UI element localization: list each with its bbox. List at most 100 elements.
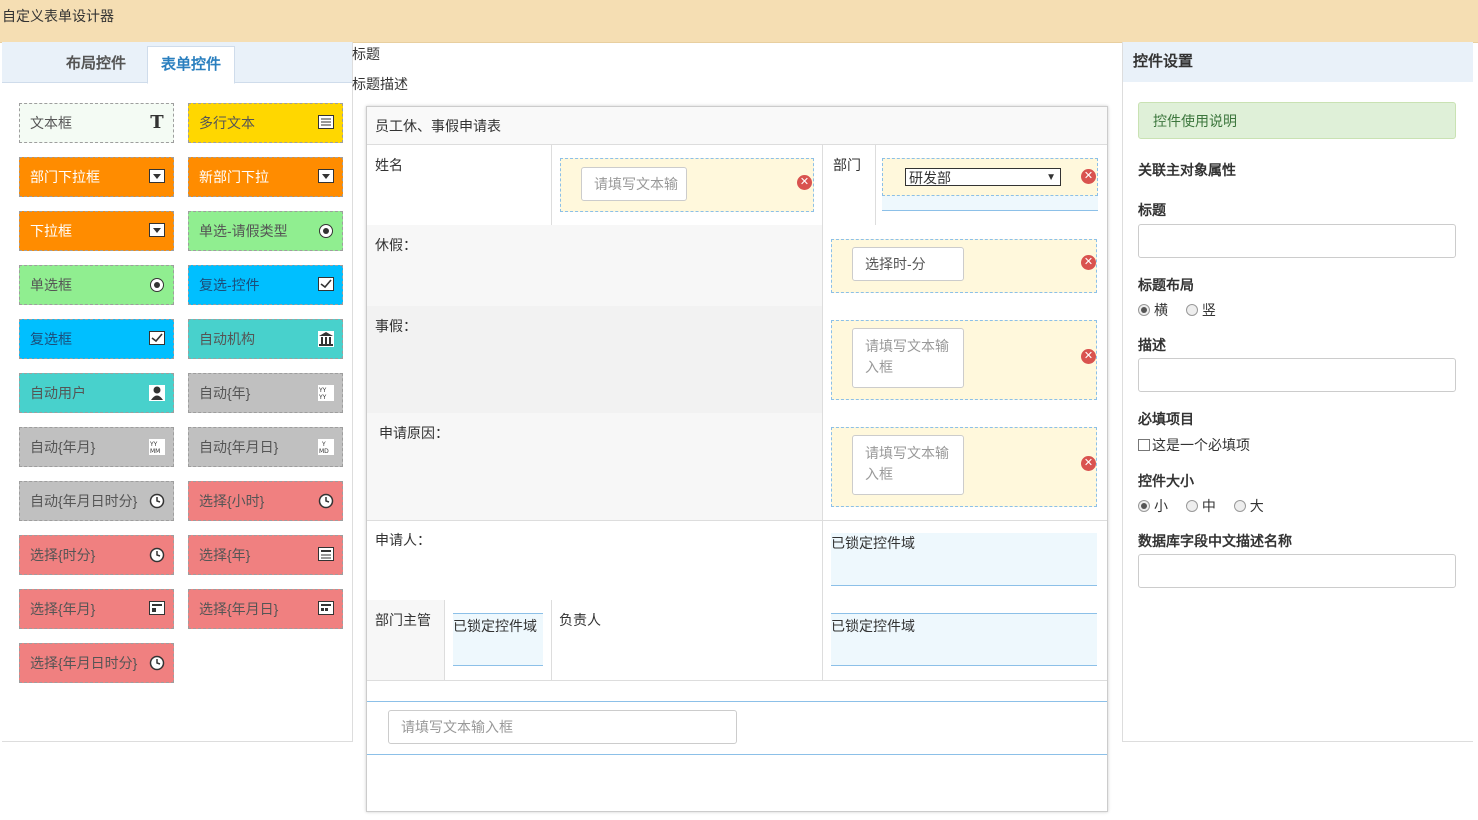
delete-icon[interactable]: ✕	[1081, 255, 1096, 270]
dept-field-slot[interactable]: 研发部 ▼ ✕	[882, 158, 1098, 196]
dropdown-icon	[149, 169, 165, 185]
control-select-hour[interactable]: 选择{小时}	[188, 481, 343, 521]
control-textbox[interactable]: 文本框 T	[19, 103, 174, 143]
checkbox-icon	[318, 277, 334, 293]
reason-input[interactable]: 请填写文本输入框	[852, 435, 964, 495]
control-label: 自动{年月}	[30, 439, 96, 455]
control-textarea[interactable]: 多行文本	[188, 103, 343, 143]
textarea-icon	[318, 115, 334, 131]
dept-select-value: 研发部	[909, 170, 951, 186]
name-input[interactable]: 请填写文本输	[581, 167, 687, 201]
table-cell: 申请原因：	[367, 413, 823, 520]
tab-layout-controls[interactable]: 布局控件	[46, 46, 146, 82]
required-checkbox[interactable]: 这是一个必填项	[1138, 435, 1250, 455]
name-field-slot[interactable]: 请填写文本输 ✕	[560, 158, 814, 212]
desc-input[interactable]	[1138, 358, 1456, 392]
control-select-date[interactable]: 选择{年月日}	[188, 589, 343, 629]
control-select-year-month[interactable]: 选择{年月}	[19, 589, 174, 629]
applicant-label: 申请人：	[375, 532, 431, 548]
radio-checked-icon	[1138, 500, 1150, 512]
control-label: 部门下拉框	[30, 169, 100, 185]
leave-label: 休假：	[375, 237, 417, 253]
text-icon: T	[150, 112, 164, 133]
form-heading[interactable]: 标题	[352, 44, 380, 64]
leave-time-input[interactable]: 选择时-分	[852, 247, 964, 281]
form-heading-desc[interactable]: 标题描述	[352, 74, 408, 94]
size-large-option[interactable]: 大	[1233, 498, 1264, 514]
control-label: 复选-控件	[199, 277, 260, 293]
table-cell: 负责人	[552, 600, 823, 680]
checkbox-icon	[1138, 439, 1150, 451]
reason-field-slot[interactable]: 请填写文本输入框 ✕	[831, 427, 1097, 507]
option-label: 大	[1249, 498, 1264, 514]
control-dept-dropdown[interactable]: 部门下拉框	[19, 157, 174, 197]
applicant-locked-field: 已锁定控件域	[831, 533, 1097, 586]
date-icon: Y MD	[318, 439, 334, 455]
user-icon	[149, 385, 165, 401]
svg-text:Y: Y	[321, 441, 326, 448]
control-auto-year-month[interactable]: 自动{年月} YY MM	[19, 427, 174, 467]
layout-horizontal-option[interactable]: 横	[1138, 302, 1168, 318]
delete-icon[interactable]: ✕	[1081, 169, 1096, 184]
control-auto-org[interactable]: 自动机构	[188, 319, 343, 359]
desc-field-label: 描述	[1138, 337, 1166, 353]
control-auto-datetime[interactable]: 自动{年月日时分}	[19, 481, 174, 521]
building-icon	[318, 331, 334, 347]
delete-icon[interactable]: ✕	[797, 175, 812, 190]
personal-leave-label: 事假：	[375, 318, 417, 334]
radio-icon	[1185, 500, 1198, 512]
title-layout-label: 标题布局	[1138, 277, 1194, 293]
table-cell: 请填写文本输入框 ✕	[823, 306, 1107, 413]
dept-select[interactable]: 研发部 ▼	[905, 168, 1061, 186]
control-label: 新部门下拉	[199, 169, 269, 185]
manager-label: 部门主管	[375, 612, 431, 628]
control-radio[interactable]: 单选框	[19, 265, 174, 305]
title-input[interactable]	[1138, 224, 1456, 258]
size-small-option[interactable]: 小	[1138, 498, 1168, 514]
control-checkbox[interactable]: 复选框	[19, 319, 174, 359]
tab-form-controls[interactable]: 表单控件	[147, 46, 235, 84]
year-month-icon: YY MM	[149, 439, 165, 455]
table-row: 休假： 选择时-分 ✕	[367, 225, 1107, 307]
layout-vertical-option[interactable]: 竖	[1185, 302, 1216, 318]
table-cell: 研发部 ▼ ✕	[876, 145, 1107, 225]
clock-icon	[149, 655, 165, 671]
leave-field-slot[interactable]: 选择时-分 ✕	[831, 239, 1097, 293]
control-auto-user[interactable]: 自动用户	[19, 373, 174, 413]
control-label: 选择{小时}	[199, 493, 265, 509]
delete-icon[interactable]: ✕	[1081, 349, 1096, 364]
form-canvas: 员工休、事假申请表 姓名 请填写文本输 ✕ 部门 研发部 ▼ ✕ 休假： 选择时…	[366, 106, 1108, 812]
control-auto-date[interactable]: 自动{年月日} Y MD	[188, 427, 343, 467]
control-label: 复选框	[30, 331, 72, 347]
checkbox-label: 这是一个必填项	[1152, 437, 1250, 453]
checkbox-icon	[149, 331, 165, 347]
delete-icon[interactable]: ✕	[1081, 456, 1096, 471]
radio-checked-icon	[1138, 304, 1150, 316]
personal-leave-field-slot[interactable]: 请填写文本输入框 ✕	[831, 320, 1097, 400]
table-cell: 选择时-分 ✕	[823, 225, 1107, 306]
control-new-dept-dropdown[interactable]: 新部门下拉	[188, 157, 343, 197]
control-dropdown[interactable]: 下拉框	[19, 211, 174, 251]
usage-note[interactable]: 控件使用说明	[1138, 102, 1456, 139]
control-select-hour-minute[interactable]: 选择{时分}	[19, 535, 174, 575]
dropdown-icon	[318, 169, 334, 185]
radio-icon	[1185, 304, 1198, 316]
clock-icon	[149, 547, 165, 563]
control-label: 自动{年月日时分}	[30, 493, 138, 509]
control-select-year[interactable]: 选择{年}	[188, 535, 343, 575]
control-select-datetime[interactable]: 选择{年月日时分}	[19, 643, 174, 683]
option-label: 竖	[1201, 302, 1216, 318]
bottom-field-slot[interactable]: 请填写文本输入框	[367, 701, 1107, 755]
table-cell: 申请人：	[367, 520, 823, 600]
db-field-input[interactable]	[1138, 554, 1456, 588]
bottom-text-input[interactable]: 请填写文本输入框	[388, 710, 737, 744]
size-medium-option[interactable]: 中	[1185, 498, 1216, 514]
title-field-label: 标题	[1138, 202, 1166, 218]
control-radio-leave-type[interactable]: 单选-请假类型	[188, 211, 343, 251]
control-label: 自动{年月日}	[199, 439, 279, 455]
control-checkbox-control[interactable]: 复选-控件	[188, 265, 343, 305]
control-label: 选择{时分}	[30, 547, 96, 563]
required-label: 必填项目	[1138, 411, 1194, 427]
personal-leave-input[interactable]: 请填写文本输入框	[852, 328, 964, 388]
control-auto-year[interactable]: 自动{年} YY YY	[188, 373, 343, 413]
